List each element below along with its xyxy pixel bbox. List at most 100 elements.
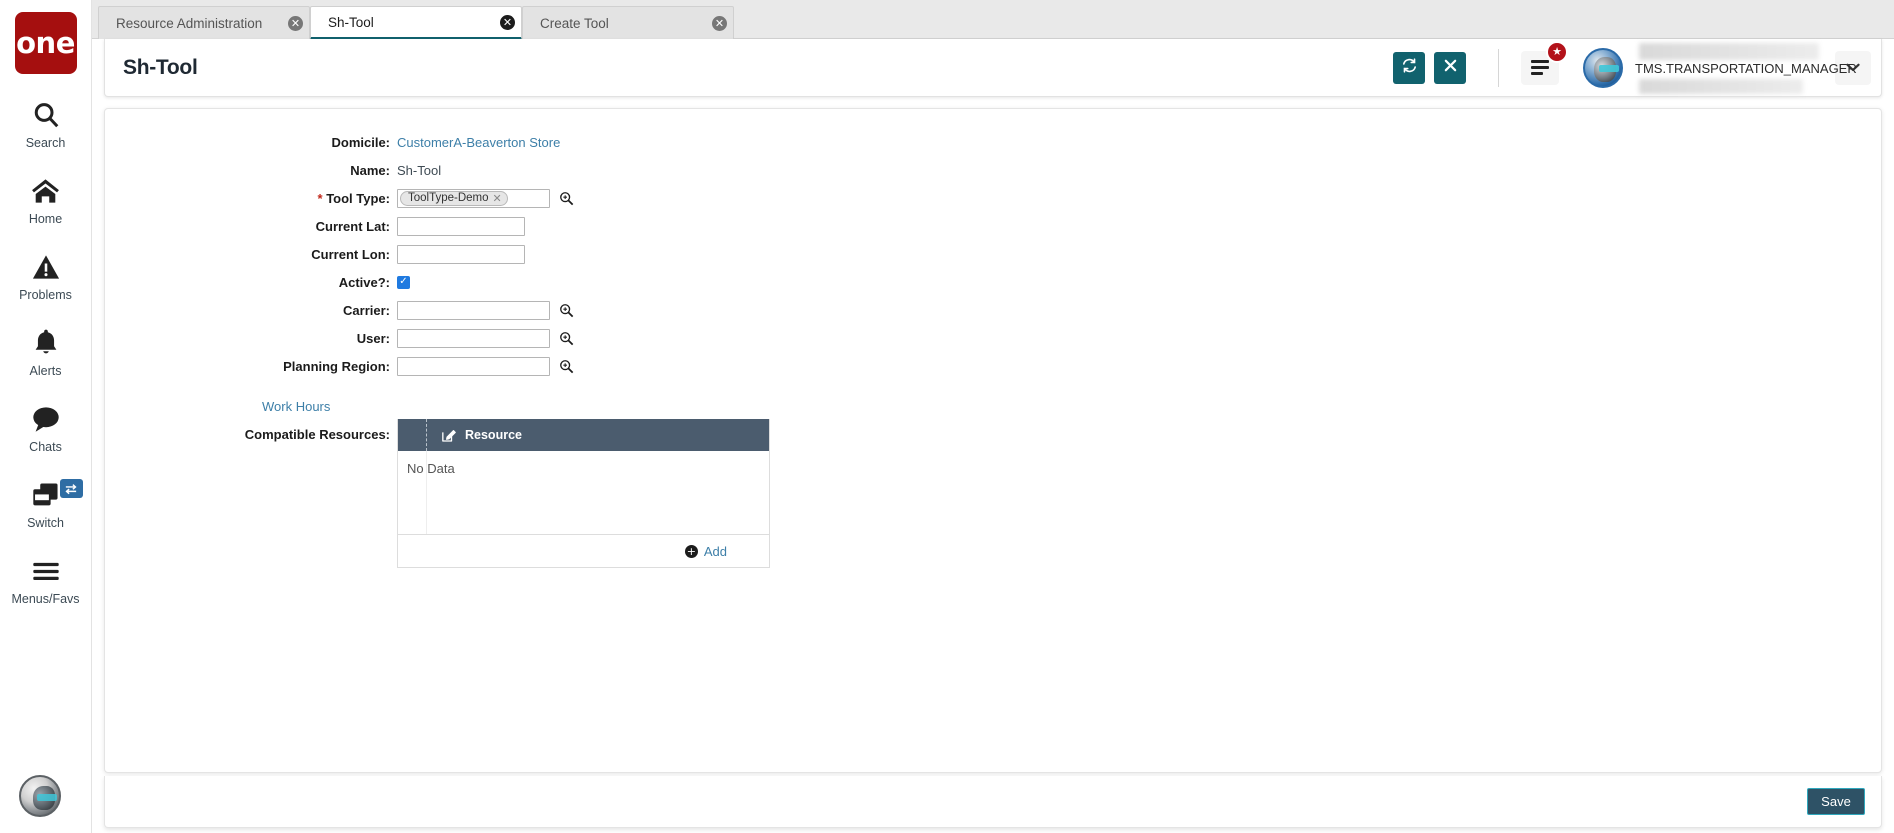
header-divider: [1498, 48, 1499, 87]
add-button-label: Add: [703, 543, 727, 559]
compatible-resources-grid: Resource No Data + Add: [397, 419, 770, 568]
sidebar-item-label: Chats: [29, 440, 62, 454]
user-info-block: TMS.TRANSPORTATION_MANAGER: [1635, 42, 1857, 94]
magnifier-icon[interactable]: [559, 191, 574, 206]
user-name: TMS.TRANSPORTATION_MANAGER: [1635, 60, 1857, 76]
close-button[interactable]: [1434, 51, 1466, 84]
field-value-domicile[interactable]: CustomerA-Beaverton Store: [397, 135, 560, 150]
current-lat-input[interactable]: [397, 216, 525, 236]
magnifier-icon[interactable]: [559, 303, 574, 318]
tab-resource-administration[interactable]: Resource Administration ✕: [98, 6, 310, 39]
avatar[interactable]: [1583, 47, 1623, 88]
brand-logo[interactable]: one: [14, 12, 77, 74]
field-label-name: Name:: [350, 162, 390, 178]
grid-footer: + Add: [398, 535, 769, 567]
field-label-user: User:: [356, 330, 390, 346]
sidebar-item-label: Switch: [27, 516, 64, 530]
magnifier-icon[interactable]: [559, 331, 574, 346]
redacted-text-bottom: [1639, 78, 1803, 94]
page-footer: Save: [104, 776, 1882, 828]
page-title: Sh-Tool: [123, 55, 198, 79]
x-icon[interactable]: ✕: [493, 192, 502, 205]
current-lon-input[interactable]: [397, 244, 525, 264]
tab-sh-tool[interactable]: Sh-Tool ✕: [310, 6, 522, 40]
avatar-visor: [1599, 64, 1619, 72]
close-circle-icon[interactable]: ✕: [712, 15, 727, 31]
menus-favorites-button[interactable]: ★: [1521, 40, 1568, 85]
x-icon: [1443, 58, 1458, 78]
form-row-active: Active?: ✓: [105, 271, 1881, 293]
close-circle-icon[interactable]: ✕: [288, 15, 303, 31]
form-row-current-lat: Current Lat:: [105, 215, 1881, 237]
left-navigation-rail: one Search Home Problems Alerts Chats Sw…: [0, 0, 92, 833]
sidebar-item-search[interactable]: Search: [0, 98, 92, 150]
sidebar-item-problems[interactable]: Problems: [0, 250, 92, 302]
field-label-domicile: Domicile:: [331, 134, 390, 150]
hamburger-icon: [1531, 60, 1549, 75]
search-icon: [31, 98, 61, 132]
field-label-active: Active?:: [338, 274, 390, 290]
tool-type-input[interactable]: ToolType-Demo ✕: [397, 188, 550, 208]
warning-triangle-icon: [31, 250, 61, 284]
tool-detail-form: Domicile: CustomerA-Beaverton Store Name…: [105, 131, 1881, 568]
refresh-icon: [1401, 57, 1418, 79]
sidebar-item-chats[interactable]: Chats: [0, 402, 92, 454]
sidebar-item-home[interactable]: Home: [0, 174, 92, 226]
field-value-name: Sh-Tool: [397, 162, 442, 178]
save-button[interactable]: Save: [1807, 788, 1865, 815]
hamburger-icon: [31, 554, 61, 588]
required-asterisk: *: [317, 190, 323, 206]
sidebar-item-switch[interactable]: Switch: [0, 478, 92, 530]
edit-pencil-icon[interactable]: [441, 428, 456, 443]
tab-create-tool[interactable]: Create Tool ✕: [522, 6, 734, 39]
sidebar-item-label: Menus/Favs: [11, 592, 80, 606]
field-label-compatible-resources: Compatible Resources:: [244, 427, 390, 442]
field-label-tool-type: * Tool Type:: [105, 191, 397, 206]
header-actions: ★ TMS.TRANSPORTATION_MANAGER: [1384, 40, 1881, 94]
application-window: one Search Home Problems Alerts Chats Sw…: [0, 0, 1894, 833]
grid-empty-message: No Data: [407, 461, 455, 476]
planning-region-input[interactable]: [397, 356, 550, 376]
tab-label: Create Tool: [540, 15, 609, 31]
grid-column-separator: [426, 419, 427, 451]
sidebar-item-label: Alerts: [29, 364, 62, 378]
plus-circle-icon: +: [684, 544, 698, 558]
form-row-user: User:: [105, 327, 1881, 349]
active-checkbox[interactable]: ✓: [397, 275, 410, 289]
add-resource-button[interactable]: + Add: [684, 543, 727, 559]
brand-logo-text: one: [16, 26, 75, 60]
form-row-current-lon: Current Lon:: [105, 243, 1881, 265]
close-circle-icon[interactable]: ✕: [500, 14, 515, 30]
save-button-label: Save: [1821, 794, 1851, 809]
grid-header-row: Resource: [398, 419, 769, 451]
sidebar-item-alerts[interactable]: Alerts: [0, 326, 92, 378]
field-label-current-lon: Current Lon:: [311, 246, 390, 262]
sidebar-item-label: Search: [25, 136, 66, 150]
grid-column-header-resource[interactable]: Resource: [465, 428, 522, 442]
compatible-resources-section: Compatible Resources: Resource No Data +…: [105, 419, 1881, 568]
field-label-current-lat: Current Lat:: [315, 218, 390, 234]
tab-label: Resource Administration: [116, 15, 263, 31]
home-icon: [30, 174, 61, 208]
user-input[interactable]: [397, 328, 550, 348]
field-label-planning-region: Planning Region:: [283, 358, 390, 374]
tab-strip: Resource Administration ✕ Sh-Tool ✕ Crea…: [92, 0, 1894, 40]
form-row-name: Name: Sh-Tool: [105, 159, 1881, 181]
refresh-button[interactable]: [1393, 51, 1425, 84]
windows-stack-icon: [31, 478, 61, 512]
redacted-text-top: [1639, 42, 1819, 60]
sidebar-item-menus-favs[interactable]: Menus/Favs: [0, 554, 92, 606]
form-row-planning-region: Planning Region:: [105, 355, 1881, 377]
carrier-input[interactable]: [397, 300, 550, 320]
field-label-carrier: Carrier:: [343, 302, 390, 318]
form-row-carrier: Carrier:: [105, 299, 1881, 321]
magnifier-icon[interactable]: [559, 359, 574, 374]
ai-assistant-avatar[interactable]: [19, 775, 61, 817]
work-hours-link[interactable]: Work Hours: [262, 399, 330, 414]
bell-icon: [32, 326, 60, 360]
swap-arrows-icon[interactable]: [59, 479, 83, 498]
tool-type-chip: ToolType-Demo ✕: [400, 190, 508, 206]
main-content-panel: Domicile: CustomerA-Beaverton Store Name…: [104, 108, 1882, 773]
chat-bubble-icon: [31, 402, 61, 436]
assistant-visor: [37, 794, 57, 801]
